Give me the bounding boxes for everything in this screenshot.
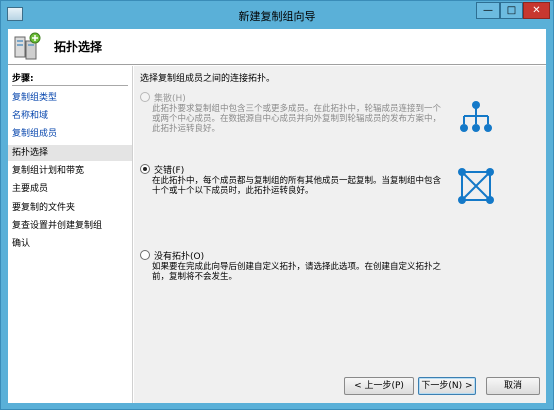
step-replication-group-type[interactable]: 复制组类型	[8, 90, 132, 106]
step-schedule-and-bandwidth: 复制组计划和带宽	[12, 166, 85, 176]
maximize-button[interactable]: □	[500, 2, 523, 19]
option-no-topology[interactable]: 没有拓扑(O) 如果要在完成此向导后创建自定义拓扑，请选择此选项。在创建自定义拓…	[140, 250, 450, 294]
wizard-client-area: 拓扑选择 步骤: 复制组类型 名称和域 复制组成员 拓扑选择 复制组计划和带宽 …	[8, 29, 546, 403]
step-group-members[interactable]: 复制组成员	[8, 126, 132, 142]
full-mesh-radio[interactable]	[140, 164, 150, 174]
full-mesh-description: 在此拓扑中，每个成员都与复制组的所有其他成员一起复制。当复制组中包含十个或十个以…	[152, 176, 442, 196]
instruction-text: 选择复制组成员之间的连接拓扑。	[140, 74, 276, 84]
cancel-button[interactable]: 取消	[486, 377, 540, 395]
close-button[interactable]: ✕	[523, 2, 550, 19]
back-button[interactable]: < 上一步(P)	[344, 377, 414, 395]
replication-server-icon	[14, 32, 41, 60]
full-mesh-icon	[458, 168, 494, 204]
option-full-mesh[interactable]: 交错(F) 在此拓扑中，每个成员都与复制组的所有其他成员一起复制。当复制组中包含…	[140, 164, 450, 208]
step-folders-to-replicate: 要复制的文件夹	[12, 203, 76, 213]
no-topology-radio[interactable]	[140, 250, 150, 260]
hub-and-spoke-label: 集散(H)	[154, 94, 186, 104]
hub-and-spoke-icon	[460, 101, 492, 132]
steps-heading: 步骤:	[12, 74, 34, 84]
hub-and-spoke-radio	[140, 92, 150, 102]
wizard-content-pane: 选择复制组成员之间的连接拓扑。 集散(H) 此拓扑要求复制组中包含三个或更多成员…	[134, 66, 546, 403]
no-topology-label[interactable]: 没有拓扑(O)	[154, 249, 204, 262]
step-review-and-create: 复查设置并创建复制组	[12, 221, 103, 231]
page-title: 拓扑选择	[54, 40, 103, 54]
step-name-and-domain[interactable]: 名称和域	[8, 108, 132, 124]
hub-and-spoke-description: 此拓扑要求复制组中包含三个或更多成员。在此拓扑中，轮辐成员连接到一个或两个中心成…	[152, 104, 442, 134]
page-header: 拓扑选择	[8, 29, 546, 65]
step-confirmation: 确认	[12, 239, 31, 249]
next-button[interactable]: 下一步(N) >	[418, 377, 476, 395]
steps-divider	[12, 85, 128, 86]
option-hub-and-spoke: 集散(H) 此拓扑要求复制组中包含三个或更多成员。在此拓扑中，轮辐成员连接到一个…	[140, 92, 450, 136]
window-title: 新建复制组向导	[238, 10, 316, 23]
full-mesh-label[interactable]: 交错(F)	[154, 163, 184, 176]
title-bar[interactable]: 新建复制组向导 — □ ✕	[1, 1, 553, 29]
wizard-steps-pane: 步骤: 复制组类型 名称和域 复制组成员 拓扑选择 复制组计划和带宽 主要成员 …	[8, 66, 133, 403]
minimize-button[interactable]: —	[476, 2, 500, 19]
no-topology-description: 如果要在完成此向导后创建自定义拓扑，请选择此选项。在创建自定义拓扑之前，复制将不…	[152, 262, 442, 282]
wizard-window: 新建复制组向导 — □ ✕ 拓扑选择 步骤: 复制组类型 名称和域 复制组成员 …	[0, 0, 554, 410]
step-primary-member: 主要成员	[12, 184, 49, 194]
step-topology-selection: 拓扑选择	[8, 145, 132, 161]
